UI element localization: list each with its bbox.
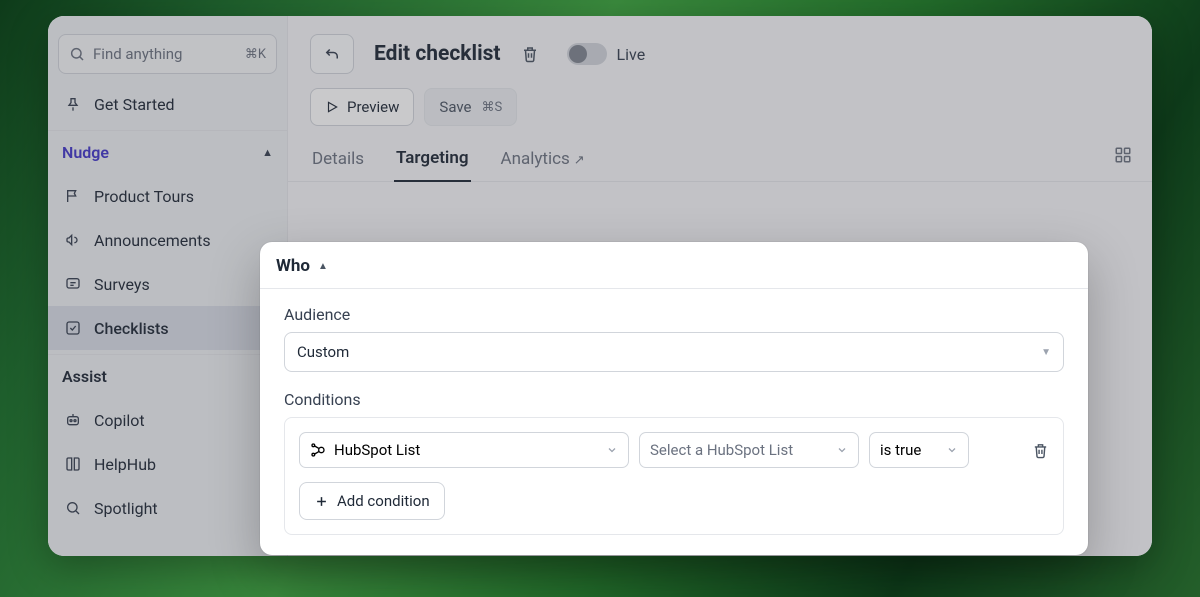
preview-button[interactable]: Preview: [310, 88, 414, 126]
button-label: Preview: [347, 98, 399, 116]
tab-analytics[interactable]: Analytics ↗: [499, 137, 587, 181]
section-label: Assist: [62, 367, 107, 386]
sidebar-section-nudge[interactable]: Nudge ▲: [48, 130, 287, 174]
sidebar: Find anything ⌘K Get Started Nudge ▲ Pro…: [48, 16, 288, 556]
megaphone-icon: [62, 232, 84, 248]
tab-details[interactable]: Details: [310, 137, 366, 181]
external-link-icon: ↗: [574, 153, 585, 168]
conditions-label: Conditions: [284, 390, 1064, 409]
conditions-box: HubSpot List Select a HubSpot List is tr…: [284, 417, 1064, 535]
panel-header-who[interactable]: Who ▲: [260, 242, 1088, 289]
actionbar: Preview Save ⌘S: [288, 82, 1152, 136]
sidebar-item-copilot[interactable]: Copilot: [48, 398, 287, 442]
search-input[interactable]: Find anything ⌘K: [58, 34, 277, 74]
topbar: Edit checklist Live: [288, 16, 1152, 82]
sidebar-item-label: Get Started: [94, 95, 175, 114]
sidebar-item-label: Announcements: [94, 231, 211, 250]
back-button[interactable]: [310, 34, 354, 74]
toggle-knob: [569, 45, 587, 63]
chat-icon: [62, 276, 84, 292]
section-label: Nudge: [62, 143, 109, 162]
sidebar-item-checklists[interactable]: Checklists: [48, 306, 287, 350]
save-button[interactable]: Save ⌘S: [424, 88, 517, 126]
tabbar: Details Targeting Analytics ↗: [288, 136, 1152, 182]
chevron-up-icon: ▲: [262, 146, 273, 159]
plus-icon: [314, 494, 329, 509]
check-square-icon: [62, 320, 84, 336]
chevron-up-icon: ▲: [318, 261, 328, 272]
panel-body: Audience Custom ▼ Conditions HubSpot Lis…: [260, 289, 1088, 555]
sidebar-item-spotlight[interactable]: Spotlight: [48, 486, 287, 530]
sidebar-item-label: Product Tours: [94, 187, 194, 206]
sidebar-item-helphub[interactable]: HelpHub: [48, 442, 287, 486]
robot-icon: [62, 412, 84, 428]
select-value: Custom: [297, 343, 349, 361]
play-icon: [325, 100, 339, 114]
select-value: HubSpot List: [334, 441, 420, 459]
sidebar-item-label: Copilot: [94, 411, 145, 430]
audience-label: Audience: [284, 305, 1064, 324]
layout-toggle-button[interactable]: [1114, 146, 1132, 164]
live-toggle-label: Live: [617, 45, 646, 64]
search-icon: [62, 500, 84, 516]
sidebar-item-get-started[interactable]: Get Started: [48, 82, 287, 126]
hubspot-icon: [310, 442, 326, 458]
flag-icon: [62, 188, 84, 204]
condition-operator-select[interactable]: is true: [869, 432, 969, 468]
tab-targeting[interactable]: Targeting: [394, 136, 470, 182]
sidebar-item-announcements[interactable]: Announcements: [48, 218, 287, 262]
chevron-down-icon: [606, 444, 618, 456]
delete-button[interactable]: [521, 45, 539, 63]
button-label: Save: [439, 98, 471, 116]
audience-select[interactable]: Custom ▼: [284, 332, 1064, 372]
book-icon: [62, 456, 84, 472]
select-placeholder: Select a HubSpot List: [650, 441, 793, 459]
save-shortcut: ⌘S: [482, 100, 503, 115]
delete-condition-button[interactable]: [1032, 442, 1049, 459]
live-toggle[interactable]: [567, 43, 607, 65]
search-placeholder: Find anything: [93, 45, 245, 63]
panel-title: Who: [276, 256, 310, 276]
search-icon: [69, 46, 85, 62]
button-label: Add condition: [337, 492, 430, 510]
chevron-down-icon: [836, 444, 848, 456]
chevron-down-icon: ▼: [1041, 347, 1051, 358]
select-value: is true: [880, 441, 921, 459]
tab-label: Analytics: [501, 149, 570, 169]
who-targeting-panel: Who ▲ Audience Custom ▼ Conditions HubSp…: [260, 242, 1088, 555]
page-title: Edit checklist: [374, 42, 501, 66]
sidebar-item-label: Spotlight: [94, 499, 158, 518]
condition-value-select[interactable]: Select a HubSpot List: [639, 432, 859, 468]
search-shortcut: ⌘K: [245, 47, 266, 62]
condition-row: HubSpot List Select a HubSpot List is tr…: [299, 432, 1049, 468]
sidebar-item-product-tours[interactable]: Product Tours: [48, 174, 287, 218]
sidebar-section-assist[interactable]: Assist ▲: [48, 354, 287, 398]
chevron-down-icon: [946, 444, 958, 456]
condition-property-select[interactable]: HubSpot List: [299, 432, 629, 468]
sidebar-item-label: Surveys: [94, 275, 150, 294]
add-condition-button[interactable]: Add condition: [299, 482, 445, 520]
pin-icon: [62, 96, 84, 112]
sidebar-item-surveys[interactable]: Surveys: [48, 262, 287, 306]
sidebar-item-label: Checklists: [94, 319, 169, 338]
sidebar-item-label: HelpHub: [94, 455, 156, 474]
